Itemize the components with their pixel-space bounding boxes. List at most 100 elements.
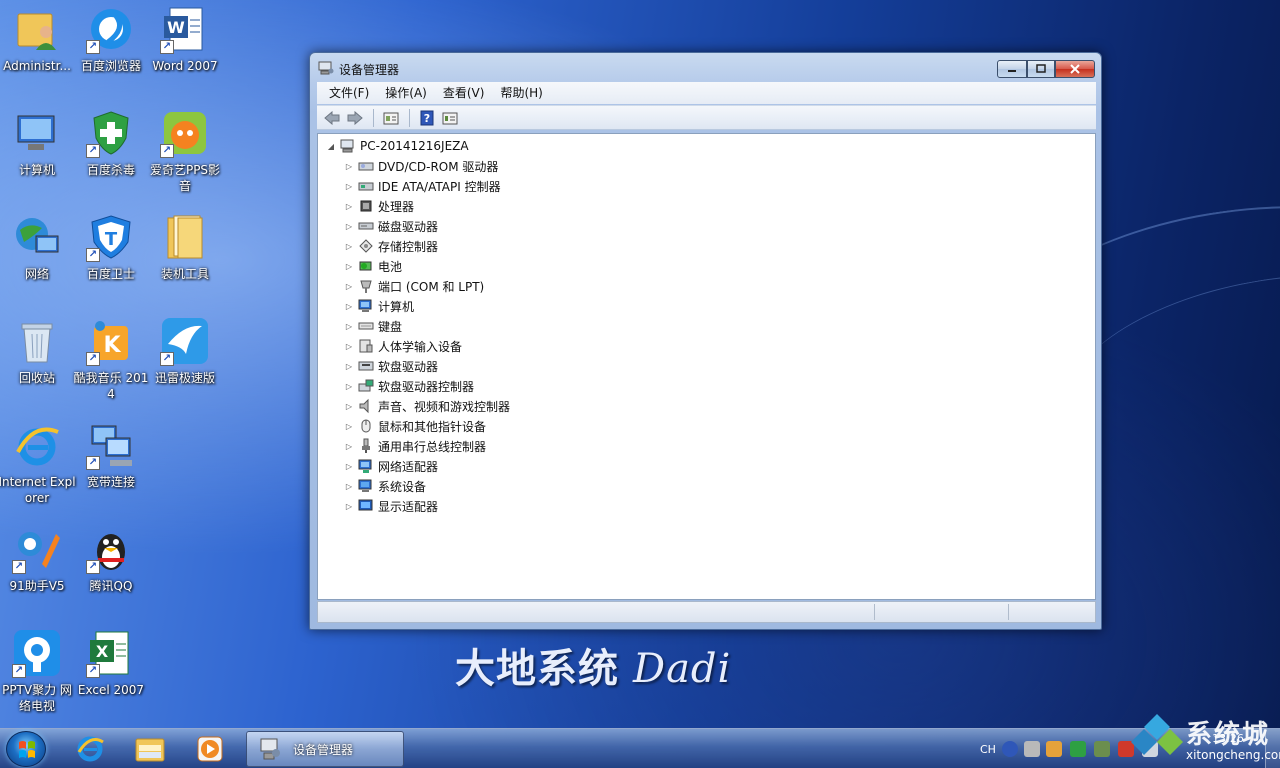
desktop-icon-kuwo-music[interactable]: K ↗ 酷我音乐 2014	[74, 316, 148, 412]
help-tray-icon[interactable]	[1002, 741, 1018, 757]
expand-arrow-icon[interactable]: ▷	[344, 381, 354, 391]
desktop-icon-network[interactable]: 网络	[0, 212, 74, 308]
desktop-icon-excel[interactable]: X ↗ Excel 2007	[74, 628, 148, 724]
desktop-icon-label: 酷我音乐 2014	[73, 371, 149, 401]
tree-node[interactable]: ▷ 鼠标和其他指针设备	[344, 416, 486, 436]
toolbar: ?	[317, 105, 1096, 130]
computer-icon	[12, 108, 62, 158]
tree-node[interactable]: ▷ IDE ATA/ATAPI 控制器	[344, 176, 501, 196]
explorer-taskbar-icon[interactable]	[124, 732, 176, 766]
ie-taskbar-icon[interactable]	[64, 732, 116, 766]
shortcut-arrow-icon: ↗	[86, 40, 100, 54]
desktop-icon-broadband[interactable]: ↗ 宽带连接	[74, 420, 148, 516]
menu-file[interactable]: 文件(F)	[321, 82, 377, 104]
device-tree[interactable]: ◢ PC-20141216JEZA ▷ DVD/CD-ROM 驱动器 ▷ IDE ATA/…	[317, 133, 1096, 600]
expand-arrow-icon[interactable]: ▷	[344, 361, 354, 371]
ime-tray-icon[interactable]	[1024, 741, 1040, 757]
expand-arrow-icon[interactable]: ▷	[344, 241, 354, 251]
desktop-icon-pptv[interactable]: ↗ PPTV聚力 网络电视	[0, 628, 74, 724]
tree-node-label: DVD/CD-ROM 驱动器	[378, 159, 499, 174]
ie-icon	[12, 420, 62, 470]
title-bar[interactable]: 设备管理器	[310, 53, 1101, 83]
expand-arrow-icon[interactable]: ▷	[344, 501, 354, 511]
desktop-icon-folder[interactable]: 装机工具	[148, 212, 222, 308]
tree-node[interactable]: ▷ 软盘驱动器	[344, 356, 438, 376]
tree-node[interactable]: ▷ 键盘	[344, 316, 402, 336]
tree-node[interactable]: ▷ 计算机	[344, 296, 414, 316]
expand-arrow-icon[interactable]: ▷	[344, 201, 354, 211]
tool-tray-icon[interactable]	[1046, 741, 1062, 757]
expand-arrow-icon[interactable]: ▷	[344, 261, 354, 271]
system-device-icon	[358, 478, 374, 494]
expand-arrow-icon[interactable]: ▷	[344, 301, 354, 311]
expand-arrow-icon[interactable]: ▷	[344, 161, 354, 171]
menu-view[interactable]: 查看(V)	[435, 82, 493, 104]
tree-node[interactable]: ▷ 处理器	[344, 196, 414, 216]
desktop-icon-baidu-guard[interactable]: T ↗ 百度卫士	[74, 212, 148, 308]
expand-arrow-icon[interactable]: ▷	[344, 181, 354, 191]
taskbar-device-manager[interactable]: 设备管理器	[246, 731, 404, 767]
restore-button[interactable]	[1027, 60, 1055, 78]
back-icon[interactable]	[321, 108, 343, 128]
tree-node[interactable]: ▷ 人体学输入设备	[344, 336, 462, 356]
network-tray-icon[interactable]	[1094, 741, 1110, 757]
expand-arrow-icon[interactable]: ▷	[344, 401, 354, 411]
excel-icon: X ↗	[86, 628, 136, 678]
desktop-icon-pps-player[interactable]: ↗ 爱奇艺PPS影音	[148, 108, 222, 204]
tree-root-node[interactable]: ◢ PC-20141216JEZA	[326, 136, 469, 156]
tree-node-label: IDE ATA/ATAPI 控制器	[378, 179, 501, 194]
desktop-icon-label: 迅雷极速版	[154, 371, 215, 385]
broadband-icon: ↗	[86, 420, 136, 470]
collapse-arrow-icon[interactable]: ◢	[326, 141, 336, 151]
media-player-taskbar-icon[interactable]	[184, 732, 236, 766]
language-indicator[interactable]: CH	[980, 729, 996, 768]
expand-arrow-icon[interactable]: ▷	[344, 341, 354, 351]
expand-arrow-icon[interactable]: ▷	[344, 281, 354, 291]
svg-text:X: X	[96, 642, 109, 661]
tree-node[interactable]: ▷ 显示适配器	[344, 496, 438, 516]
tree-node-label: 声音、视频和游戏控制器	[378, 399, 511, 414]
tree-node[interactable]: ▷ 系统设备	[344, 476, 426, 496]
menu-help[interactable]: 帮助(H)	[492, 82, 550, 104]
properties-icon[interactable]	[380, 108, 402, 128]
desktop-icon-91-assistant[interactable]: ↗ 91助手V5	[0, 524, 74, 620]
pptv-icon: ↗	[12, 628, 62, 678]
expand-arrow-icon[interactable]: ▷	[344, 461, 354, 471]
tree-node[interactable]: ▷ 电池	[344, 256, 402, 276]
tree-node[interactable]: ▷ 端口 (COM 和 LPT)	[344, 276, 484, 296]
close-button[interactable]	[1055, 60, 1095, 78]
desktop-icon-word[interactable]: W ↗ Word 2007	[148, 4, 222, 100]
tree-node[interactable]: ▷ 网络适配器	[344, 456, 438, 476]
desktop-icon-computer[interactable]: 计算机	[0, 108, 74, 204]
desktop-icon-baidu-browser[interactable]: ↗ 百度浏览器	[74, 4, 148, 100]
tree-node[interactable]: ▷ 通用串行总线控制器	[344, 436, 486, 456]
expand-arrow-icon[interactable]: ▷	[344, 481, 354, 491]
minimize-button[interactable]	[997, 60, 1027, 78]
start-button[interactable]	[6, 731, 46, 767]
desktop-icon-user-folder[interactable]: Administr...	[0, 4, 74, 100]
shield-tray-icon[interactable]	[1070, 741, 1086, 757]
view-icon[interactable]	[439, 108, 461, 128]
tree-node[interactable]: ▷ 存储控制器	[344, 236, 438, 256]
menu-action[interactable]: 操作(A)	[377, 82, 435, 104]
expand-arrow-icon[interactable]: ▷	[344, 421, 354, 431]
expand-arrow-icon[interactable]: ▷	[344, 321, 354, 331]
expand-arrow-icon[interactable]: ▷	[344, 441, 354, 451]
tree-node[interactable]: ▷ 声音、视频和游戏控制器	[344, 396, 510, 416]
forward-icon[interactable]	[344, 108, 366, 128]
kuwo-music-icon: K ↗	[86, 316, 136, 366]
tree-node-label: 处理器	[378, 199, 415, 214]
tree-node[interactable]: ▷ DVD/CD-ROM 驱动器	[344, 156, 499, 176]
desktop-icon-xunlei[interactable]: ↗ 迅雷极速版	[148, 316, 222, 412]
expand-arrow-icon[interactable]: ▷	[344, 221, 354, 231]
tree-node[interactable]: ▷ 磁盘驱动器	[344, 216, 438, 236]
device-manager-window[interactable]: 设备管理器 文件(F) 操作(A) 查看(V) 帮助(H) ? ◢ PC-201…	[309, 52, 1102, 630]
help-icon[interactable]: ?	[416, 108, 438, 128]
tree-node-label: 软盘驱动器	[378, 359, 439, 374]
dvd-drive-icon	[358, 158, 374, 174]
desktop-icon-baidu-antivirus[interactable]: ↗ 百度杀毒	[74, 108, 148, 204]
desktop-icon-recycle-bin[interactable]: 回收站	[0, 316, 74, 412]
desktop-icon-qq[interactable]: ↗ 腾讯QQ	[74, 524, 148, 620]
tree-node[interactable]: ▷ 软盘驱动器控制器	[344, 376, 474, 396]
desktop-icon-ie[interactable]: Internet Explorer	[0, 420, 76, 516]
